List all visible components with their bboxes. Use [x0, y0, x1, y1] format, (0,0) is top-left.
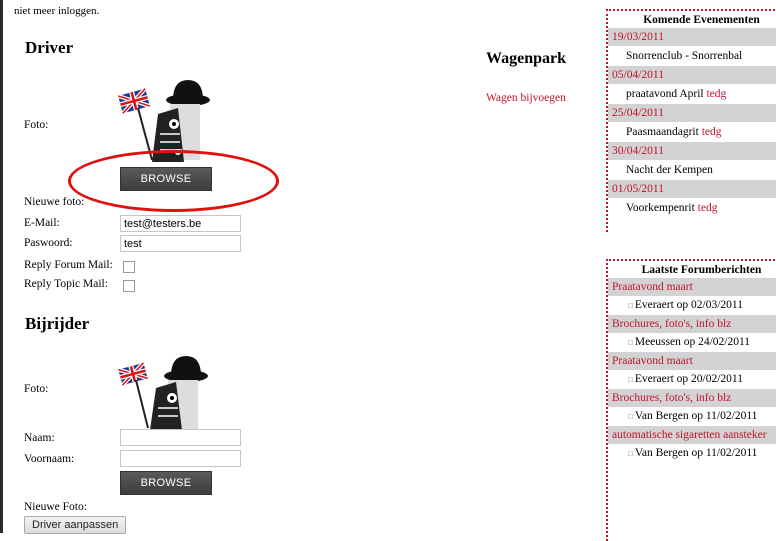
driver-foto-label: Foto: — [24, 119, 49, 131]
document-icon: □ — [628, 301, 633, 310]
bowler-hat-icon — [166, 80, 210, 106]
bijrijder-browse-button[interactable]: BROWSE — [120, 471, 212, 495]
naam-label: Naam: — [24, 432, 55, 444]
forum-post: □ Meeussen op 24/02/2011 — [628, 336, 751, 348]
email-field[interactable]: test@testers.be — [120, 215, 241, 232]
reply-forum-label: Reply Forum Mail: — [24, 259, 113, 271]
driver-aanpassen-button[interactable]: Driver aanpassen — [24, 516, 127, 534]
document-icon: □ — [628, 375, 633, 384]
event-item[interactable]: Nacht der Kempen — [608, 160, 776, 180]
event-item[interactable]: Snorrenclub - Snorrenbal — [608, 46, 776, 66]
events-panel: Komende Evenementen 19/03/2011 Snorrencl… — [606, 9, 776, 232]
bijrijder-heading: Bijrijder — [25, 314, 90, 333]
forum-topic-link[interactable]: Praatavond maart — [608, 278, 776, 296]
reply-topic-label: Reply Topic Mail: — [24, 278, 108, 290]
forum-post: □ Everaert op 02/03/2011 — [628, 299, 743, 311]
document-icon: □ — [628, 412, 633, 421]
reply-forum-checkbox[interactable] — [123, 261, 135, 273]
forum-topic-link[interactable]: Brochures, foto's, info blz — [608, 315, 776, 333]
bijrijder-avatar — [118, 356, 208, 430]
password-label: Paswoord: — [24, 237, 73, 249]
event-item[interactable]: Voorkempenrit tedg — [608, 198, 776, 218]
forum-topic-link[interactable]: Brochures, foto's, info blz — [608, 389, 776, 407]
event-date: 30/04/2011 — [608, 142, 776, 160]
bijrijder-new-photo-label: Nieuwe Foto: — [24, 501, 87, 513]
event-item[interactable]: praatavond April tedg — [608, 84, 776, 104]
forum-topic-link[interactable]: automatische sigaretten aansteker — [608, 426, 776, 444]
event-item[interactable]: Paasmaandagrit tedg — [608, 122, 776, 142]
wagenpark-heading: Wagenpark — [486, 50, 567, 67]
driver-heading: Driver — [25, 38, 74, 57]
reply-topic-checkbox[interactable] — [123, 280, 135, 292]
forum-topic-link[interactable]: Praatavond maart — [608, 352, 776, 370]
uk-flag-icon — [118, 87, 153, 161]
document-icon: □ — [628, 338, 633, 347]
document-icon: □ — [628, 449, 633, 458]
highlight-oval — [68, 150, 279, 212]
event-date: 05/04/2011 — [608, 66, 776, 84]
wagen-bijvoegen-link[interactable]: Wagen bijvoegen — [486, 92, 566, 104]
bijrijder-foto-label: Foto: — [24, 383, 49, 395]
driver-new-photo-label: Nieuwe foto: — [24, 196, 85, 208]
left-border — [0, 0, 3, 533]
event-date: 25/04/2011 — [608, 104, 776, 122]
email-label: E-Mail: — [24, 217, 60, 229]
bowler-hat-icon — [164, 356, 208, 382]
event-date: 01/05/2011 — [608, 180, 776, 198]
forum-panel: Laatste Forumberichten Praatavond maart … — [606, 259, 776, 541]
events-title: Komende Evenementen — [643, 14, 760, 26]
event-date: 19/03/2011 — [608, 28, 776, 46]
voornaam-field[interactable] — [120, 450, 241, 467]
forum-post: □ Everaert op 20/02/2011 — [628, 373, 743, 385]
password-field[interactable]: test — [120, 235, 241, 252]
naam-field[interactable] — [120, 429, 241, 446]
forum-post: □ Van Bergen op 11/02/2011 — [628, 410, 758, 422]
forum-title: Laatste Forumberichten — [641, 264, 762, 276]
uk-flag-icon — [118, 361, 149, 429]
top-note: niet meer inloggen. — [14, 5, 100, 17]
voornaam-label: Voornaam: — [24, 453, 75, 465]
forum-post: □ Van Bergen op 11/02/2011 — [628, 447, 758, 459]
